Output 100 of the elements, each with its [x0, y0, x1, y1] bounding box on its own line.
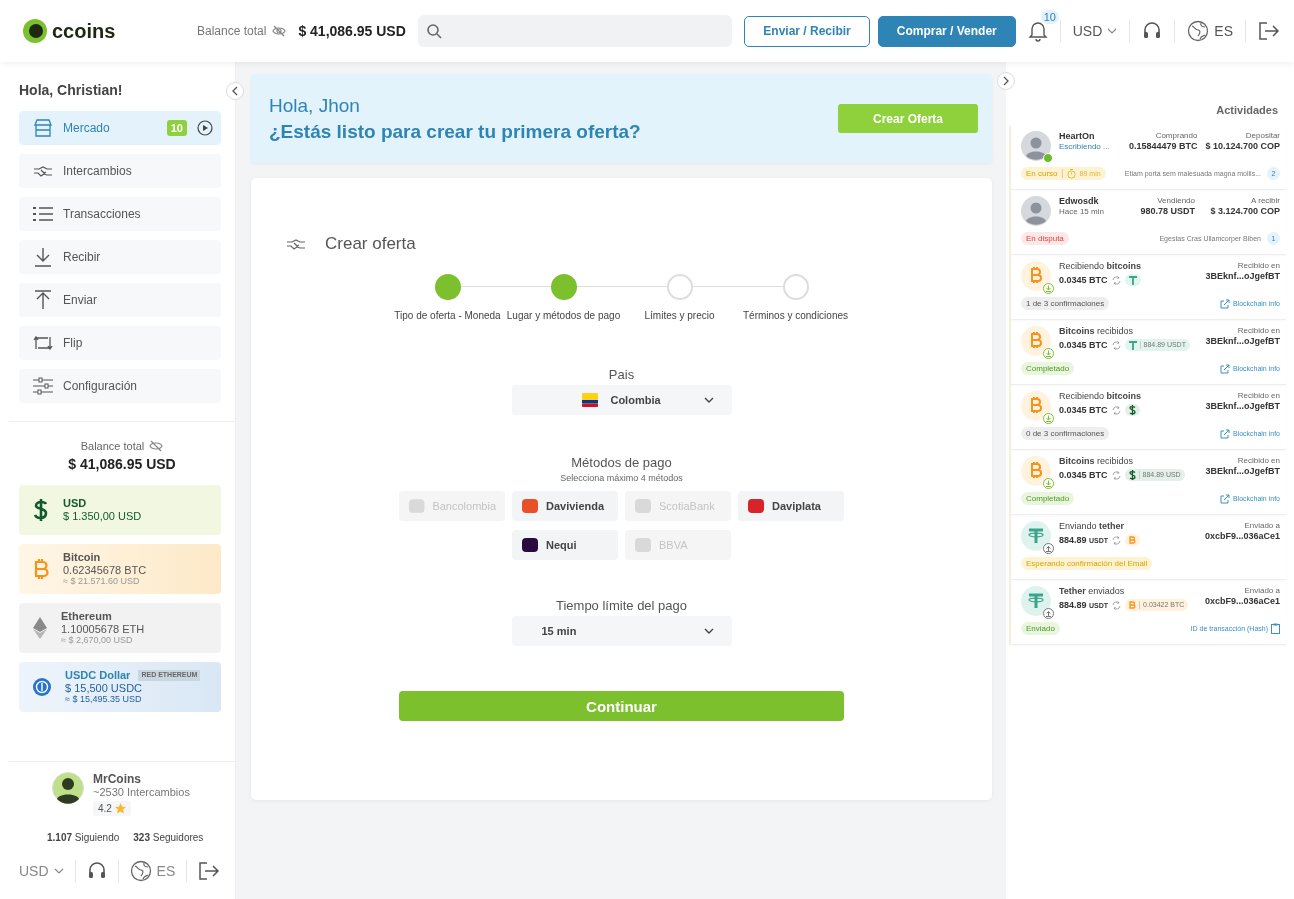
receive-icon [1043, 413, 1054, 424]
swap-icon [1112, 535, 1122, 545]
nav-item[interactable]: Intercambios [19, 154, 221, 188]
wallet-address: 3BEknf...oJgefBT [1205, 336, 1280, 348]
chevron-left-icon [232, 86, 238, 96]
amount-value: 980.78 USDT [1140, 206, 1195, 218]
nav-item[interactable]: Enviar [19, 283, 221, 317]
field-label: Pais [608, 367, 635, 382]
balance-amount: $ 41,086.95 USD [67, 456, 177, 472]
dollar-icon [1128, 470, 1136, 481]
country-select[interactable]: Colombia [511, 385, 732, 415]
banner-question: ¿Estás listo para crear tu primera oferta? [269, 120, 641, 143]
nav-item[interactable]: Configuración [19, 369, 221, 403]
nav-item[interactable]: Recibir [19, 240, 221, 274]
headset-icon[interactable] [1142, 21, 1163, 41]
step-label: Lugar y métodos de pago [506, 310, 621, 321]
upload-icon [33, 290, 53, 310]
bitcoin-icon [33, 558, 49, 580]
status-pill: Enviado [1021, 622, 1060, 635]
wallet-address: 3BEknf...oJgefBT [1205, 466, 1280, 478]
followers-count: 323 Seguidores [133, 832, 204, 843]
bitcoin-icon [1129, 600, 1137, 611]
language-selector[interactable]: ES [129, 860, 176, 882]
search-field[interactable] [417, 15, 733, 47]
dollar-icon [33, 499, 49, 521]
bitcoin-icon [1129, 535, 1137, 546]
wallet-address: 3BEknf...oJgefBT [1205, 271, 1280, 283]
wallet-amount: 1.10005678 ETH [61, 622, 145, 636]
wallet-name: Bitcoin [63, 551, 101, 564]
eye-off-icon[interactable] [149, 440, 164, 452]
wallet-amount: $ 15,500 USDC [65, 681, 144, 695]
field-label: Métodos de pago [571, 455, 672, 470]
currency-selector[interactable]: USD [1072, 23, 1118, 39]
nav-item[interactable]: Transacciones [19, 197, 221, 231]
notification-badge: 10 [1040, 10, 1059, 24]
tether-icon [1021, 521, 1051, 551]
receive-icon [1043, 283, 1054, 294]
eye-off-icon[interactable] [272, 25, 287, 37]
nav-item[interactable]: Mercado 10 [19, 111, 221, 145]
logout-icon[interactable] [198, 861, 221, 881]
chevron-down-icon [703, 397, 714, 403]
logout-icon[interactable] [1258, 21, 1280, 41]
amount-label: Vendiendo [1156, 196, 1195, 206]
payment-method-button[interactable]: Davivienda [512, 491, 618, 521]
play-icon[interactable] [197, 120, 213, 136]
search-icon [425, 23, 442, 39]
tether-icon [1128, 340, 1137, 350]
transaction-amount: 0.0345 BTC [1059, 404, 1108, 416]
collapse-button[interactable] [226, 82, 244, 100]
destination-label: Recibido en [1236, 326, 1280, 336]
payment-method-button[interactable]: Daviplata [738, 491, 844, 521]
time-limit-select[interactable]: 15 min [511, 616, 732, 646]
avatar-icon [52, 772, 84, 804]
headset-icon[interactable] [86, 861, 107, 881]
handshake-icon [285, 237, 307, 251]
count-badge: 10 [166, 120, 187, 136]
user-status: Hace 15 min [1059, 207, 1105, 218]
wallet-address: 0xcbF9...036aCe1 [1204, 596, 1280, 608]
list-icon [33, 206, 53, 222]
wallet-name: USDC Dollar [65, 669, 131, 682]
payment-method-button[interactable]: Nequi [512, 530, 618, 560]
bitcoin-icon [1021, 456, 1051, 486]
amount-label: A recibir [1250, 196, 1280, 206]
chevron-down-icon [703, 628, 714, 634]
swap-icon [1111, 275, 1121, 285]
amount-label: Depositar [1244, 131, 1280, 141]
following-count: 1.107 Siguiendo [47, 832, 120, 843]
globe-icon [1187, 20, 1210, 42]
caret-icon [53, 868, 64, 874]
receive-icon [1043, 348, 1054, 359]
wallet-card[interactable]: Ethereum 1.10005678 ETH ≈ $ 2,670,00 USD [19, 603, 221, 653]
user-name: Edwosdk [1059, 196, 1100, 208]
bell-icon[interactable] [1027, 20, 1048, 42]
logo-icon [22, 18, 48, 44]
trade-count: ~2530 Intercambios [93, 786, 190, 798]
transaction-amount: 0.0345 BTC [1059, 469, 1108, 481]
form-title: Crear oferta [325, 234, 416, 254]
rating-chip: 4.2 [93, 801, 131, 816]
user-avatar [1021, 196, 1051, 226]
wallet-card[interactable]: USD $ 1.350,00 USD [19, 485, 221, 535]
status-pill: En disputa [1021, 232, 1069, 245]
usdc-icon [33, 678, 51, 696]
currency-selector[interactable]: USD [19, 863, 64, 879]
handshake-icon [33, 164, 53, 178]
status-pill: Esperando confirmación del Email [1021, 557, 1153, 570]
wallet-card[interactable]: Bitcoin 0.62345678 BTC ≈ $ 21.571.60 USD [19, 544, 221, 594]
transaction-title: Enviando tether [1059, 521, 1126, 533]
destination-label: Enviado a [1243, 521, 1280, 531]
send-icon [1043, 543, 1054, 554]
swap-icon [1111, 405, 1121, 415]
send-receive-button[interactable]: Enviar / Recibir [744, 15, 870, 47]
buy-sell-button[interactable]: Comprar / Vender [877, 15, 1016, 47]
step-label: Límites y precio [644, 310, 715, 321]
external-link-icon [1219, 428, 1230, 439]
nav-item[interactable]: Flip [19, 326, 221, 360]
language-selector[interactable]: ES [1187, 20, 1233, 42]
bitcoin-icon [1021, 261, 1051, 291]
wallet-amount: 0.62345678 BTC [63, 563, 147, 577]
globe-icon [129, 860, 152, 882]
destination-label: Recibido en [1236, 391, 1280, 401]
